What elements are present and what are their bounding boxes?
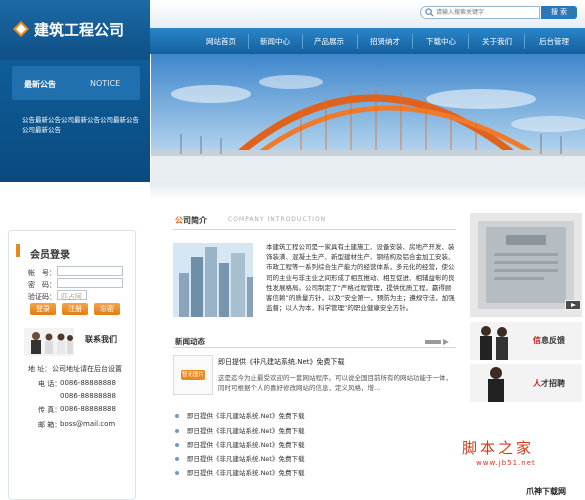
about-title: 公司简介 bbox=[175, 215, 207, 226]
fax-label: 传 真： bbox=[38, 406, 62, 414]
search-icon bbox=[425, 8, 434, 17]
site-title: 建筑工程公司 bbox=[34, 21, 125, 39]
account-label: 帐 号： bbox=[28, 269, 56, 277]
password-input[interactable] bbox=[57, 278, 123, 288]
login-title-marker bbox=[16, 244, 20, 257]
phone-label: 电 话： bbox=[38, 380, 62, 388]
about-text: 本建筑工程公司是一家具有土建施工、设备安装、房地产开发、装饰装潢、混凝土生产、新… bbox=[266, 243, 455, 313]
search-button[interactable]: 搜 索 bbox=[541, 6, 577, 19]
nav-item-news[interactable]: 新闻中心 bbox=[252, 33, 298, 51]
featured-news-title[interactable]: 即日提供《非凡建站系统.Net》免费下载 bbox=[218, 357, 345, 367]
news-item-label: 即日提供《非凡建站系统.Net》免费下载 bbox=[187, 427, 305, 435]
nav-item-about[interactable]: 关于我们 bbox=[474, 33, 520, 51]
news-list-item[interactable]: 即日提供《非凡建站系统.Net》免费下载 bbox=[175, 439, 304, 449]
phone-value: 0086-88888888 bbox=[60, 392, 116, 400]
notice-text[interactable]: 公告最新公告公司最新公告公司最新公告公司最新公告 bbox=[22, 115, 142, 135]
contact-people-image bbox=[24, 328, 74, 356]
captcha-image[interactable]: 匹占阿 bbox=[61, 292, 82, 302]
recruitment-person-image bbox=[488, 367, 504, 402]
bullet-icon bbox=[175, 471, 179, 475]
notice-title-en: NOTICE bbox=[90, 79, 121, 88]
phone-value: 0086-88888888 bbox=[60, 379, 116, 387]
banner-reflection bbox=[150, 182, 585, 200]
forgot-password-button[interactable]: 忘密 bbox=[94, 303, 120, 315]
news-item-label: 即日提供《非凡建站系统.Net》免费下载 bbox=[187, 455, 305, 463]
news-title: 新闻动态 bbox=[175, 337, 205, 346]
about-title-rest: 司简介 bbox=[183, 216, 207, 225]
bullet-icon bbox=[175, 429, 179, 433]
feedback-people-image bbox=[480, 326, 508, 360]
address-value: 公司地址请在后台设置 bbox=[52, 365, 122, 373]
email-value[interactable]: boss@mail.com bbox=[60, 420, 115, 428]
news-list-item[interactable]: 即日提供《非凡建站系统.Net》免费下载 bbox=[175, 467, 304, 477]
nav-divider bbox=[524, 34, 525, 49]
recruitment-title[interactable]: 人才招聘 bbox=[533, 378, 565, 389]
login-title: 会员登录 bbox=[30, 250, 70, 261]
nav-divider bbox=[412, 34, 413, 49]
feedback-title[interactable]: 信息反馈 bbox=[533, 335, 565, 346]
watermark-url: www.jb51.net bbox=[476, 459, 536, 467]
about-title-en: COMPANY INTRODUCTION bbox=[228, 216, 327, 223]
news-list-item[interactable]: 即日提供《非凡建站系统.Net》免费下载 bbox=[175, 453, 304, 463]
about-buildings-image bbox=[173, 243, 253, 317]
news-divider bbox=[173, 347, 456, 348]
feedback-title-accent: 信 bbox=[533, 336, 541, 345]
news-item-label: 即日提供《非凡建站系统.Net》免费下载 bbox=[187, 441, 305, 449]
email-label: 邮 箱： bbox=[38, 421, 62, 429]
logo-icon bbox=[13, 21, 29, 37]
address-label: 地 址： bbox=[28, 365, 52, 373]
account-input[interactable] bbox=[57, 266, 123, 276]
feedback-title-rest: 息反馈 bbox=[541, 336, 565, 345]
nav-divider bbox=[357, 34, 358, 49]
about-divider bbox=[173, 229, 456, 230]
next-arrow-icon[interactable] bbox=[565, 300, 581, 310]
watermark-site: 爪神下载网 bbox=[526, 487, 566, 496]
fax-value: 0086-88888888 bbox=[60, 405, 116, 413]
watermark-title: 脚本之家 bbox=[462, 439, 535, 457]
nav-item-admin[interactable]: 后台管理 bbox=[529, 33, 579, 51]
nav-item-jobs[interactable]: 招贤纳才 bbox=[362, 33, 408, 51]
recruitment-title-rest: 才招聘 bbox=[541, 379, 565, 388]
captcha-label: 验证码： bbox=[28, 293, 56, 301]
nav-item-downloads[interactable]: 下载中心 bbox=[418, 33, 464, 51]
bullet-icon bbox=[175, 414, 179, 418]
search-input[interactable] bbox=[436, 6, 536, 19]
bullet-icon bbox=[175, 457, 179, 461]
nav-divider bbox=[302, 34, 303, 49]
nav-item-home[interactable]: 网站首页 bbox=[198, 33, 244, 51]
featured-news-desc: 这是迄今为止最受欢迎的一套网站程序。可以说全国目前所有的网站功能于一体，同时可根… bbox=[218, 374, 452, 392]
banner-image bbox=[151, 54, 585, 182]
news-item-label: 即日提供《非凡建站系统.Net》免费下载 bbox=[187, 412, 305, 420]
login-button[interactable]: 登录 bbox=[30, 303, 56, 315]
nav-divider bbox=[468, 34, 469, 49]
about-title-accent: 公 bbox=[175, 216, 183, 225]
recruitment-title-accent: 人 bbox=[533, 379, 541, 388]
news-list-item[interactable]: 即日提供《非凡建站系统.Net》免费下载 bbox=[175, 425, 304, 435]
news-item-label: 即日提供《非凡建站系统.Net》免费下载 bbox=[187, 469, 305, 477]
news-list-item[interactable]: 即日提供《非凡建站系统.Net》免费下载 bbox=[175, 410, 304, 420]
contact-title: 联系我们 bbox=[85, 335, 117, 344]
more-icon[interactable] bbox=[425, 339, 449, 345]
nav-divider bbox=[248, 34, 249, 49]
bullet-icon bbox=[175, 443, 179, 447]
password-label: 密 码： bbox=[28, 281, 56, 289]
news-thumbnail-label: 暂无图片 bbox=[181, 370, 205, 380]
nav-item-products[interactable]: 产品展示 bbox=[306, 33, 352, 51]
notice-title: 最新公告 bbox=[24, 80, 56, 89]
register-button[interactable]: 注册 bbox=[62, 303, 88, 315]
